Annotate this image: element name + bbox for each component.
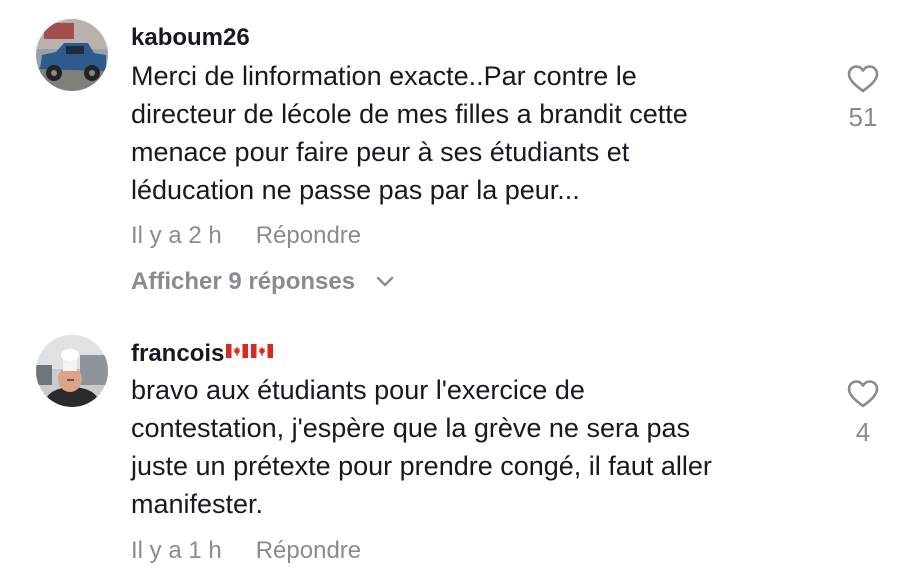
comment-text: Merci de linformation exacte..Par contre…	[131, 61, 688, 205]
reply-button[interactable]: Répondre	[256, 537, 361, 564]
comment-meta: Il y a 1 h Répondre	[131, 537, 361, 565]
username-text: francois	[131, 340, 225, 367]
comment-text: bravo aux étudiants pour l'exercice de c…	[131, 375, 712, 519]
user-avatar[interactable]	[36, 19, 108, 91]
heart-icon[interactable]	[846, 64, 880, 94]
show-replies-label: Afficher 9 réponses	[131, 268, 356, 295]
comment-username[interactable]: francois	[131, 340, 274, 369]
comment-timestamp: Il y a 1 h	[131, 537, 222, 564]
user-avatar[interactable]	[36, 335, 108, 407]
comment-username[interactable]: kaboum26	[131, 24, 250, 52]
like-control: 51	[833, 64, 893, 132]
chevron-down-icon	[376, 267, 394, 295]
heart-icon[interactable]	[846, 379, 880, 409]
like-count: 4	[855, 417, 871, 447]
like-count: 51	[848, 102, 878, 132]
show-replies-button[interactable]: Afficher 9 réponses	[131, 268, 394, 297]
person-chef-hat-avatar-icon	[36, 335, 108, 407]
reply-button[interactable]: Répondre	[256, 222, 361, 249]
comment-timestamp: Il y a 2 h	[131, 222, 222, 249]
like-control: 4	[833, 379, 893, 447]
truck-photo-avatar-icon	[36, 19, 108, 91]
canada-flag-icon	[226, 338, 274, 366]
comment-meta: Il y a 2 h Répondre	[131, 222, 361, 250]
